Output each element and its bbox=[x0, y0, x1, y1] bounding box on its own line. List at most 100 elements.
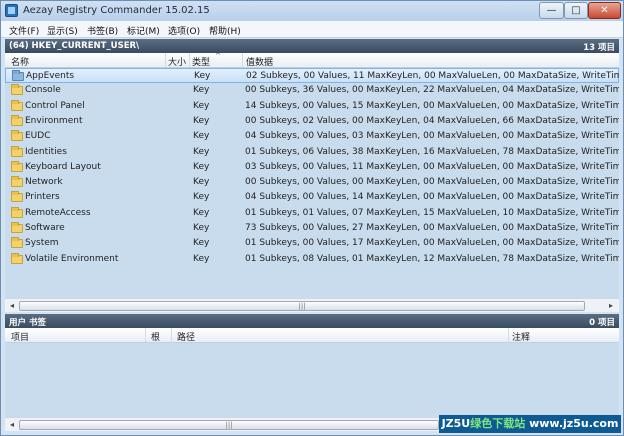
watermark-url: www.jz5u.com bbox=[529, 417, 619, 430]
scrollbar-thumb[interactable]: ||| bbox=[19, 301, 585, 311]
key-type: Key bbox=[193, 146, 210, 157]
column-divider[interactable] bbox=[145, 328, 146, 342]
scrollbar-grip-icon: ||| bbox=[298, 302, 306, 310]
menu-bookmarks[interactable]: 书签(B) bbox=[87, 24, 118, 37]
bookmarks-count: 0 项目 bbox=[589, 318, 615, 328]
scrollbar-grip-icon: ||| bbox=[225, 421, 233, 429]
folder-icon bbox=[11, 176, 23, 188]
registry-key-row[interactable]: EUDC Key 04 Subkeys, 00 Values, 03 MaxKeyL… bbox=[5, 129, 619, 144]
key-name: Network bbox=[25, 177, 63, 188]
registry-key-row[interactable]: Identities Key 01 Subkeys, 06 Values, 38 M… bbox=[5, 145, 619, 160]
key-type: Key bbox=[193, 85, 210, 96]
scroll-right-icon[interactable]: ▸ bbox=[606, 301, 616, 311]
folder-icon bbox=[11, 130, 23, 142]
folder-icon bbox=[11, 145, 23, 157]
folder-icon bbox=[11, 206, 23, 218]
menu-file[interactable]: 文件(F) bbox=[9, 24, 39, 37]
column-divider[interactable] bbox=[242, 53, 243, 67]
registry-key-row[interactable]: Control Panel Key 14 Subkeys, 00 Values, 1… bbox=[5, 99, 619, 114]
registry-key-row[interactable]: Keyboard Layout Key 03 Subkeys, 00 Values,… bbox=[5, 160, 619, 175]
bookmark-column-item[interactable]: 项目 bbox=[11, 330, 29, 343]
scrollbar-thumb[interactable]: ||| bbox=[19, 420, 439, 430]
bookmark-column-path[interactable]: 路径 bbox=[177, 330, 195, 343]
key-name: Identities bbox=[25, 146, 67, 157]
title-bar[interactable]: Aezay Registry Commander 15.02.15 — □ ✕ bbox=[1, 1, 623, 21]
registry-key-row[interactable]: Console Key 00 Subkeys, 36 Values, 00 MaxK… bbox=[5, 83, 619, 98]
key-data: 01 Subkeys, 08 Values, 01 MaxKeyLen, 12 … bbox=[245, 253, 619, 264]
app-window: Aezay Registry Commander 15.02.15 — □ ✕ … bbox=[0, 0, 624, 436]
folder-icon bbox=[11, 84, 23, 96]
horizontal-scrollbar[interactable]: ◂ ||| ▸ bbox=[5, 298, 619, 312]
column-header: 名称 大小 类型 ^ 值数据 bbox=[5, 52, 619, 68]
key-data: 04 Subkeys, 00 Values, 14 MaxKeyLen, 00 … bbox=[245, 192, 619, 203]
registry-key-row[interactable]: RemoteAccess Key 01 Subkeys, 01 Values, 07… bbox=[5, 206, 619, 221]
watermark-brand: JZ5U bbox=[441, 417, 471, 430]
key-type: Key bbox=[193, 100, 210, 111]
maximize-button[interactable]: □ bbox=[564, 2, 588, 19]
registry-key-row[interactable]: Printers Key 04 Subkeys, 00 Values, 14 Max… bbox=[5, 190, 619, 205]
registry-key-row[interactable]: Software Key 73 Subkeys, 00 Values, 27 Max… bbox=[5, 221, 619, 236]
key-type: Key bbox=[193, 131, 210, 142]
key-data: 04 Subkeys, 00 Values, 03 MaxKeyLen, 00 … bbox=[245, 131, 619, 142]
folder-icon bbox=[12, 70, 24, 81]
key-data: 00 Subkeys, 36 Values, 00 MaxKeyLen, 22 … bbox=[245, 85, 619, 96]
registry-key-list[interactable]: AppEvents Key 02 Subkeys, 00 Values, 11 Ma… bbox=[5, 68, 619, 298]
key-type: Key bbox=[193, 207, 210, 218]
key-type: Key bbox=[193, 161, 210, 172]
folder-icon bbox=[11, 191, 23, 203]
column-type[interactable]: 类型 bbox=[192, 55, 210, 68]
key-type: Key bbox=[193, 238, 210, 249]
window-title: Aezay Registry Commander 15.02.15 bbox=[23, 5, 210, 16]
key-name: Console bbox=[25, 85, 61, 96]
key-data: 73 Subkeys, 00 Values, 27 MaxKeyLen, 00 … bbox=[245, 223, 619, 233]
key-name: Keyboard Layout bbox=[25, 161, 101, 172]
key-name: Control Panel bbox=[25, 100, 85, 111]
key-type: Key bbox=[193, 223, 210, 233]
key-type: Key bbox=[193, 177, 210, 188]
app-icon bbox=[5, 4, 18, 17]
key-name: Volatile Environment bbox=[25, 253, 119, 264]
key-name: Printers bbox=[25, 192, 60, 203]
column-size[interactable]: 大小 bbox=[168, 55, 186, 68]
key-data: 01 Subkeys, 06 Values, 38 MaxKeyLen, 16 … bbox=[245, 146, 619, 157]
column-data[interactable]: 值数据 bbox=[246, 55, 273, 68]
folder-icon bbox=[11, 252, 23, 264]
key-name: Software bbox=[25, 223, 65, 233]
menu-options[interactable]: 选项(O) bbox=[168, 24, 200, 37]
bookmark-column-note[interactable]: 注释 bbox=[512, 330, 530, 343]
watermark-green-text: 绿色下载站 bbox=[470, 417, 526, 430]
key-data: 02 Subkeys, 00 Values, 11 MaxKeyLen, 00 … bbox=[246, 71, 619, 81]
key-type: Key bbox=[193, 192, 210, 203]
scroll-left-icon[interactable]: ◂ bbox=[7, 301, 17, 311]
current-path: (64) HKEY_CURRENT_USER\ bbox=[9, 41, 140, 51]
key-name: EUDC bbox=[25, 131, 51, 142]
column-divider[interactable] bbox=[165, 53, 166, 67]
bookmark-column-root[interactable]: 根 bbox=[151, 330, 160, 343]
key-type: Key bbox=[193, 253, 210, 264]
folder-icon bbox=[11, 114, 23, 126]
menu-mark[interactable]: 标记(M) bbox=[127, 24, 160, 37]
menu-view[interactable]: 显示(S) bbox=[47, 24, 78, 37]
folder-icon bbox=[11, 222, 23, 233]
column-divider[interactable] bbox=[171, 328, 172, 342]
folder-icon bbox=[11, 237, 23, 249]
folder-icon bbox=[11, 99, 23, 111]
bookmarks-title: 用户 书签 bbox=[9, 318, 46, 328]
registry-key-row[interactable]: AppEvents Key 02 Subkeys, 00 Values, 11 Ma… bbox=[5, 68, 619, 83]
menu-help[interactable]: 帮助(H) bbox=[209, 24, 241, 37]
key-name: RemoteAccess bbox=[25, 207, 91, 218]
site-watermark: JZ5U绿色下载站 www.jz5u.com bbox=[439, 415, 621, 433]
scroll-left-icon[interactable]: ◂ bbox=[7, 420, 17, 430]
registry-key-row[interactable]: Network Key 00 Subkeys, 00 Values, 00 MaxK… bbox=[5, 175, 619, 190]
registry-key-row[interactable]: System Key 01 Subkeys, 00 Values, 17 MaxKe… bbox=[5, 236, 619, 251]
column-divider[interactable] bbox=[189, 53, 190, 67]
bookmarks-list[interactable] bbox=[5, 343, 619, 417]
registry-key-row[interactable]: Environment Key 00 Subkeys, 02 Values, 00 … bbox=[5, 114, 619, 129]
column-divider[interactable] bbox=[508, 328, 509, 342]
registry-key-row[interactable]: Volatile Environment Key 01 Subkeys, 08 Va… bbox=[5, 252, 619, 267]
key-data: 03 Subkeys, 00 Values, 11 MaxKeyLen, 00 … bbox=[245, 161, 619, 172]
column-name[interactable]: 名称 bbox=[11, 55, 29, 68]
minimize-button[interactable]: — bbox=[539, 2, 564, 19]
folder-icon bbox=[11, 160, 23, 172]
close-button[interactable]: ✕ bbox=[588, 2, 621, 19]
